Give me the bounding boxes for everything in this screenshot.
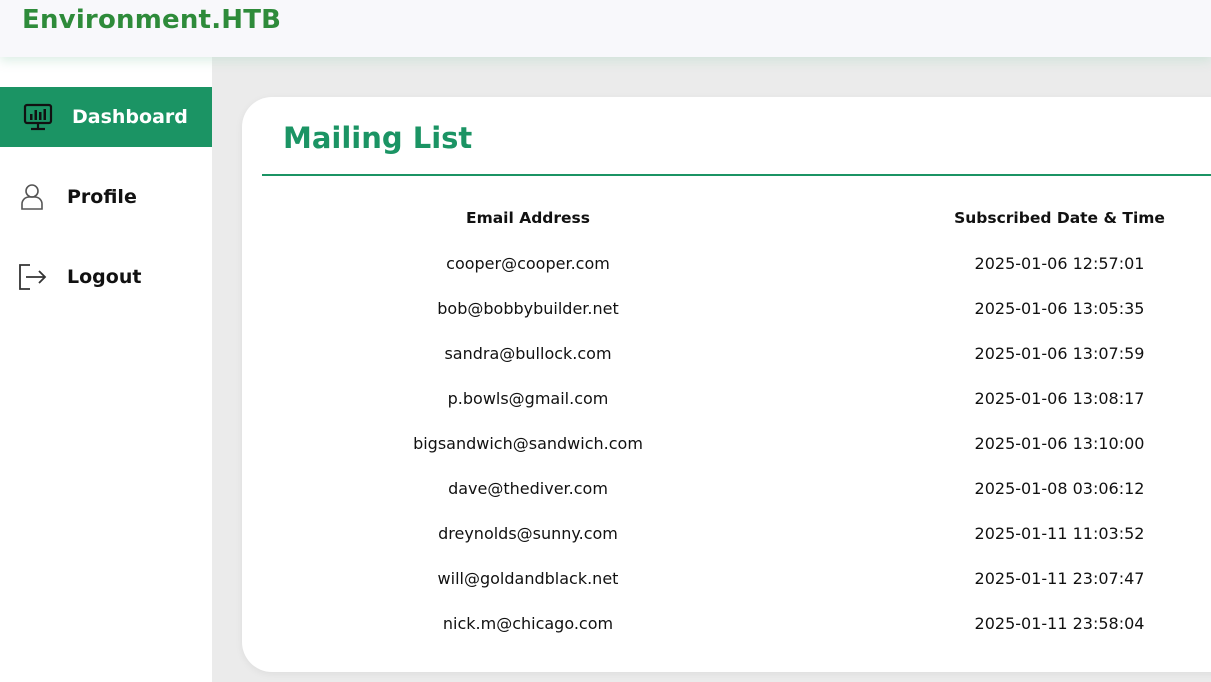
subscribed-date-cell: 2025-01-08 03:06:12 — [974, 479, 1145, 498]
email-cell: dreynolds@sunny.com — [438, 524, 618, 543]
app-title[interactable]: Environment.HTB — [22, 5, 281, 35]
subscribed-date-cell: 2025-01-06 13:10:00 — [974, 434, 1145, 453]
sidebar-item-label: Logout — [67, 266, 142, 288]
subscribed-date-cell: 2025-01-06 12:57:01 — [974, 254, 1145, 273]
sidebar-item-label: Dashboard — [72, 106, 188, 128]
table-body: cooper@cooper.com 2025-01-06 12:57:01 bob@… — [262, 242, 1211, 647]
email-cell: bigsandwich@sandwich.com — [413, 434, 643, 453]
title-divider — [262, 174, 1211, 176]
sidebar-item-logout[interactable]: Logout — [0, 247, 212, 307]
subscribed-date-cell: 2025-01-06 13:08:17 — [974, 389, 1145, 408]
column-header-date: Subscribed Date & Time — [954, 209, 1165, 227]
sidebar-item-profile[interactable]: Profile — [0, 167, 212, 227]
table-row: nick.m@chicago.com 2025-01-11 23:58:04 — [262, 602, 1211, 647]
table-row: dreynolds@sunny.com 2025-01-11 11:03:52 — [262, 512, 1211, 557]
sidebar-item-label: Profile — [67, 186, 137, 208]
mailing-list-table: Email Address Subscribed Date & Time coo… — [262, 197, 1211, 647]
table-row: bigsandwich@sandwich.com 2025-01-06 13:10… — [262, 422, 1211, 467]
email-cell: bob@bobbybuilder.net — [437, 299, 619, 318]
email-cell: sandra@bullock.com — [444, 344, 612, 363]
email-cell: p.bowls@gmail.com — [447, 389, 609, 408]
logout-icon — [16, 261, 48, 293]
column-header-email: Email Address — [465, 209, 590, 227]
subscribed-date-cell: 2025-01-06 13:05:35 — [974, 299, 1145, 318]
table-row: sandra@bullock.com 2025-01-06 13:07:59 — [262, 332, 1211, 377]
sidebar: Dashboard Profile Logout — [0, 57, 212, 682]
sidebar-item-dashboard[interactable]: Dashboard — [0, 87, 212, 147]
table-row: cooper@cooper.com 2025-01-06 12:57:01 — [262, 242, 1211, 287]
page-title: Mailing List — [283, 121, 473, 155]
mailing-list-card: Mailing List Email Address Subscribed Da… — [242, 97, 1211, 672]
email-cell: cooper@cooper.com — [446, 254, 610, 273]
top-bar: Environment.HTB — [0, 0, 1211, 57]
table-row: dave@thediver.com 2025-01-08 03:06:12 — [262, 467, 1211, 512]
email-cell: dave@thediver.com — [448, 479, 608, 498]
email-cell: will@goldandblack.net — [437, 569, 619, 588]
table-row: will@goldandblack.net 2025-01-11 23:07:47 — [262, 557, 1211, 602]
table-row: bob@bobbybuilder.net 2025-01-06 13:05:35 — [262, 287, 1211, 332]
email-cell: nick.m@chicago.com — [442, 614, 614, 633]
subscribed-date-cell: 2025-01-06 13:07:59 — [974, 344, 1145, 363]
subscribed-date-cell: 2025-01-11 23:58:04 — [974, 614, 1145, 633]
table-header-row: Email Address Subscribed Date & Time — [262, 197, 1211, 242]
subscribed-date-cell: 2025-01-11 11:03:52 — [974, 524, 1145, 543]
user-icon — [16, 181, 48, 213]
table-row: p.bowls@gmail.com 2025-01-06 13:08:17 — [262, 377, 1211, 422]
dashboard-monitor-icon — [22, 101, 54, 133]
subscribed-date-cell: 2025-01-11 23:07:47 — [974, 569, 1145, 588]
